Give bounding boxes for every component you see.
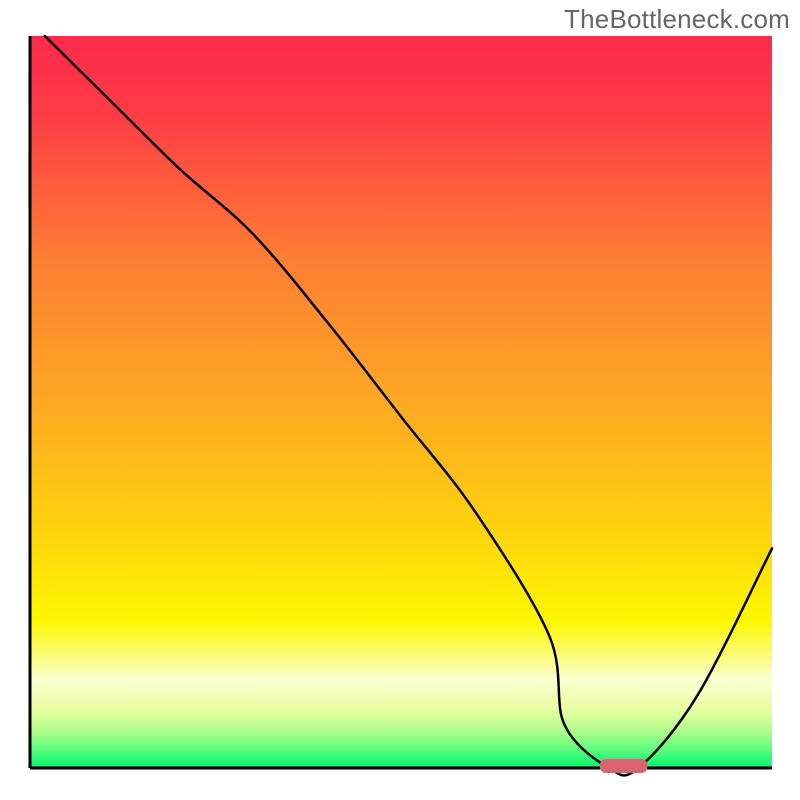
watermark-text: TheBottleneck.com	[564, 4, 790, 35]
optimal-marker	[600, 759, 648, 773]
chart-svg	[0, 0, 800, 800]
plot-background	[30, 36, 772, 768]
bottleneck-chart: TheBottleneck.com	[0, 0, 800, 800]
